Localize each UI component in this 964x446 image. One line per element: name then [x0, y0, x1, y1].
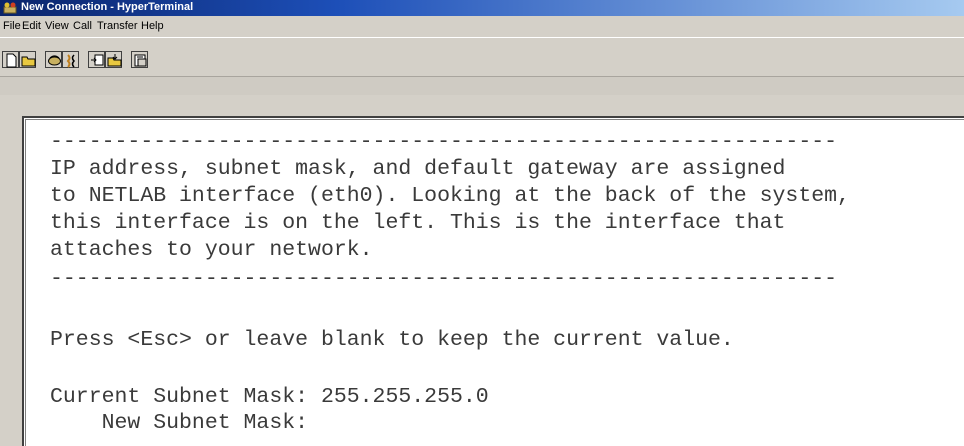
receive-button[interactable] — [105, 51, 122, 68]
menu-view[interactable]: View — [45, 19, 69, 33]
terminal-line-press-esc: Press <Esc> or leave blank to keep the c… — [50, 328, 734, 352]
hyperterminal-icon — [3, 1, 17, 14]
properties-button[interactable] — [131, 51, 148, 68]
menu-help[interactable]: Help — [141, 19, 164, 33]
connect-button[interactable] — [45, 51, 62, 68]
disconnect-button[interactable] — [62, 51, 79, 68]
open-button[interactable] — [19, 51, 36, 68]
new-button[interactable] — [2, 51, 19, 68]
terminal-line-3: this interface is on the left. This is t… — [50, 211, 786, 235]
terminal-line-4: attaches to your network. — [50, 238, 373, 262]
terminal-output: ----------------------------------------… — [25, 119, 964, 446]
terminal-line-current-subnet-mask: Current Subnet Mask: 255.255.255.0 — [50, 385, 489, 409]
terminal-window[interactable]: ----------------------------------------… — [22, 116, 964, 446]
menu-file[interactable]: File — [3, 19, 21, 33]
toolbar — [0, 37, 964, 76]
terminal-line-new-subnet-mask[interactable]: New Subnet Mask: — [50, 411, 308, 435]
menu-bar: File Edit View Call Transfer Help — [0, 16, 964, 36]
terminal-line-2: to NETLAB interface (eth0). Looking at t… — [50, 184, 850, 208]
terminal-line-separator-top: ----------------------------------------… — [50, 130, 838, 154]
toolbar-separator — [0, 76, 964, 96]
terminal-line-separator-bottom: ----------------------------------------… — [50, 267, 838, 291]
menu-call[interactable]: Call — [73, 19, 92, 33]
window-title: New Connection - HyperTerminal — [21, 1, 194, 13]
terminal-line-1: IP address, subnet mask, and default gat… — [50, 157, 786, 181]
send-button[interactable] — [88, 51, 105, 68]
menu-transfer[interactable]: Transfer — [97, 19, 138, 33]
title-bar[interactable]: New Connection - HyperTerminal — [0, 0, 964, 16]
window-client-border — [0, 95, 964, 113]
menu-edit[interactable]: Edit — [22, 19, 41, 33]
